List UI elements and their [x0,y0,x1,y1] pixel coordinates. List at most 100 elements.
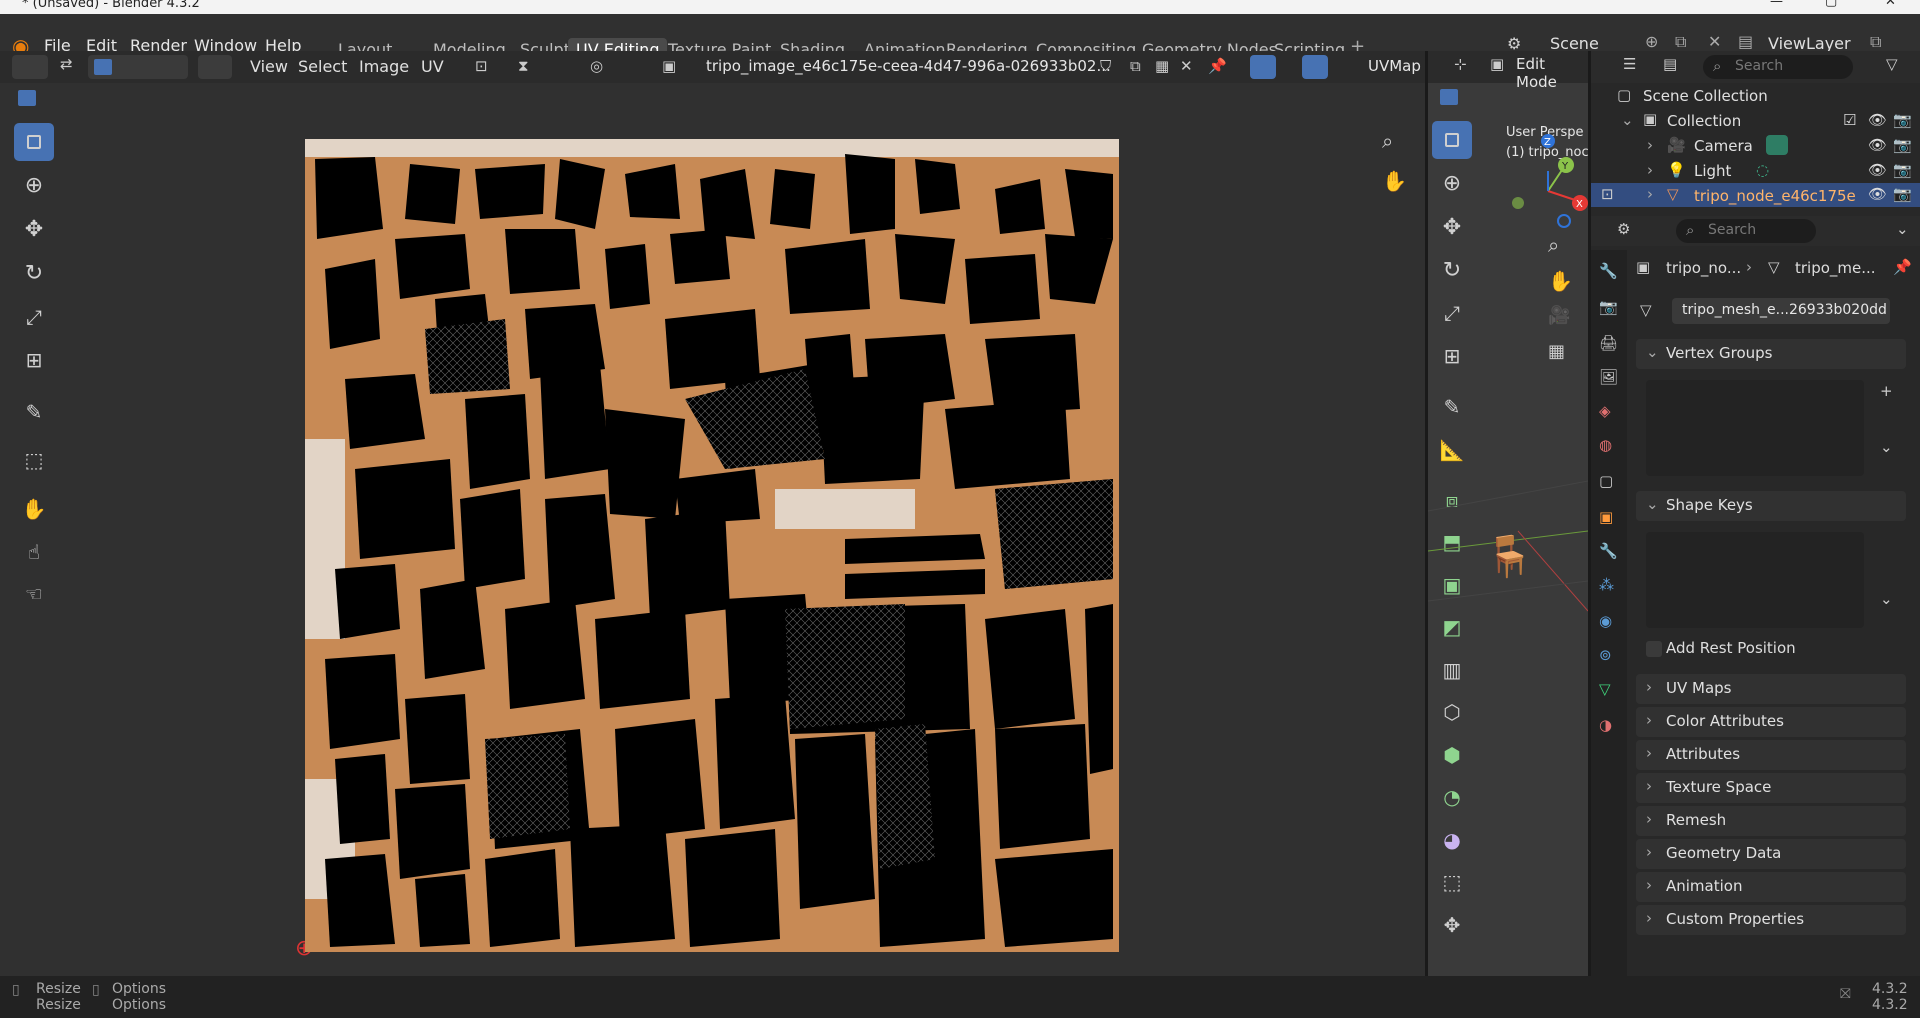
scene-close-icon[interactable]: ✕ [1708,32,1721,51]
pivot-icon[interactable]: ⊡ [475,57,488,75]
menu-uv[interactable]: UV [421,57,444,76]
properties-options-icon[interactable]: ⌄ [1896,220,1909,238]
overlay-toggle-button[interactable] [1302,55,1328,79]
material-tab-icon[interactable]: ◑ [1599,716,1612,734]
collection-checkbox-icon[interactable]: ☑ [1843,111,1856,129]
rip-tool[interactable]: ⬚ [14,441,54,479]
camera-view-icon[interactable]: 🎥 [1548,305,1570,326]
properties-search-input[interactable]: ⌕ Search [1676,219,1816,243]
gizmo-toggle-button[interactable] [1250,55,1276,79]
zoom-icon[interactable]: ⌕ [1382,129,1393,153]
shape-key-menu-icon[interactable]: ⌄ [1880,590,1893,608]
mesh-render-icon[interactable]: 📷 [1893,185,1912,203]
ortho-toggle-icon[interactable]: ▦ [1548,341,1565,362]
3d-move-tool[interactable]: ✥ [1432,208,1472,246]
new-image-icon[interactable]: ⧉ [1130,57,1141,75]
collection-tab-icon[interactable]: ▢ [1599,472,1613,490]
navigation-gizmo[interactable]: Y X Z [1488,121,1588,231]
pin-properties-icon[interactable]: 📌 [1893,258,1912,276]
transform-tool[interactable]: ⊞ [14,341,54,379]
camera-expand-icon[interactable]: › [1647,136,1653,154]
vertex-select-icon[interactable] [94,59,112,75]
collection-row[interactable]: Collection [1667,112,1741,130]
constraints-tab-icon[interactable]: ⊚ [1599,646,1612,664]
panel-attributes[interactable]: › Attributes [1636,740,1906,770]
camera-render-icon[interactable]: 📷 [1893,136,1912,154]
pinch-tool[interactable]: ☜ [14,575,54,613]
outliner-item-tripo-node[interactable]: tripo_node_e46c175e [1694,187,1856,205]
select-box-modes[interactable] [18,87,82,109]
output-tab-icon[interactable]: 🖨 [1599,334,1618,352]
uvmap-label[interactable]: UVMap [1368,57,1421,75]
cursor-tool[interactable]: ⊕ [14,166,54,204]
poly-build-tool[interactable]: ⬢ [1432,736,1472,774]
relax-tool[interactable]: ☝ [14,533,54,571]
panel-color-attributes[interactable]: › Color Attributes [1636,707,1906,737]
light-visibility-icon[interactable]: 👁 [1868,161,1887,179]
collection-chevron-icon[interactable]: ⌄ [1621,111,1634,129]
mesh-expand-icon[interactable]: › [1647,185,1653,203]
mesh-name-field[interactable]: tripo_mesh_e...26933b020dd [1672,298,1890,324]
unlink-image-icon[interactable]: ✕ [1180,57,1193,75]
3d-select-new-icon[interactable] [1440,89,1458,105]
panel-vertex-groups[interactable]: ⌄ Vertex Groups [1636,339,1906,369]
pan-icon[interactable]: ✋ [1382,169,1407,193]
vertex-group-menu-icon[interactable]: ⌄ [1880,438,1893,456]
outliner-item-light[interactable]: Light [1694,162,1731,180]
annotate-tool[interactable]: ✎ [14,393,54,431]
sticky-select-button[interactable] [198,55,232,79]
camera-visibility-icon[interactable]: 👁 [1868,136,1887,154]
select-new-icon[interactable] [18,90,36,106]
editor-type-button[interactable] [12,55,48,79]
3d-scale-tool[interactable]: ⤢ [1432,294,1472,332]
collection-render-icon[interactable]: 📷 [1893,111,1912,129]
light-expand-icon[interactable]: › [1647,161,1653,179]
add-vertex-group-icon[interactable]: + [1880,382,1893,400]
panel-animation[interactable]: › Animation [1636,872,1906,902]
3d-annotate-tool[interactable]: ✎ [1432,388,1472,426]
3d-pan-icon[interactable]: ✋ [1548,269,1573,293]
maximize-icon[interactable]: ▢ [1825,0,1837,9]
breadcrumb-mesh[interactable]: tripo_me... [1795,259,1876,277]
render-tab-icon[interactable]: 📷 [1599,298,1618,316]
snap-icon[interactable]: ⧗ [518,57,529,75]
view-layer-icon[interactable]: ▤ [1738,32,1753,51]
view-layer-new-icon[interactable]: ⧉ [1870,32,1881,52]
scene-new-icon[interactable]: ⧉ [1675,32,1686,52]
scene-pin-icon[interactable]: ⊕ [1645,32,1658,51]
open-image-icon[interactable]: ▦ [1155,57,1169,75]
outliner-search-input[interactable]: ⌕ Search [1703,55,1853,79]
rotate-tool[interactable]: ↻ [14,254,54,292]
panel-uv-maps[interactable]: › UV Maps [1636,674,1906,704]
vertex-groups-list[interactable] [1646,380,1864,476]
select-mode-group[interactable] [88,55,188,79]
object-tab-icon[interactable]: ▣ [1599,508,1613,526]
mesh-visibility-icon[interactable]: 👁 [1868,185,1887,203]
outliner-item-camera[interactable]: Camera [1694,137,1753,155]
panel-shape-keys[interactable]: ⌄ Shape Keys [1636,491,1906,521]
view-layer-tab-icon[interactable]: 🖼 [1599,368,1618,386]
edit-mode-toggle-icon[interactable]: ⊡ [1601,185,1614,203]
3d-viewport[interactable]: ⊹ ▣ Edit Mode ⊕ ✥ ↻ ⤢ ⊞ ✎ 📐 ⧈ ⬒ ▣ ◩ ▥ ⬡ … [1428,51,1588,976]
proportional-edit-icon[interactable]: ◎ [590,57,603,75]
light-data-icon[interactable]: ◌ [1756,161,1769,179]
measure-tool[interactable]: 📐 [1432,431,1472,469]
grab-tool[interactable]: ✋ [14,490,54,528]
menu-image[interactable]: Image [359,57,409,76]
scale-tool[interactable]: ⤢ [14,298,54,336]
scene-collection[interactable]: Scene Collection [1643,87,1768,105]
shape-keys-list[interactable] [1646,532,1864,628]
mesh-data-tab-icon[interactable]: ▽ [1599,680,1611,698]
shrink-tool[interactable]: ✥ [1432,906,1472,944]
properties-editor-type-icon[interactable]: ⚙ [1617,220,1630,238]
light-render-icon[interactable]: 📷 [1893,161,1912,179]
minimize-icon[interactable]: — [1770,0,1783,9]
image-browse-icon[interactable]: ▣ [662,57,676,75]
3d-cursor-tool[interactable]: ⊕ [1432,164,1472,202]
selected-mesh-object[interactable]: 🪑 [1484,533,1534,580]
tool-tab-icon[interactable]: 🔧 [1599,262,1618,280]
pin-image-icon[interactable]: 📌 [1208,57,1227,75]
scene-tab-icon[interactable]: ◈ [1599,402,1611,420]
add-rest-position-checkbox[interactable] [1646,641,1662,657]
close-icon[interactable]: ✕ [1885,0,1896,9]
